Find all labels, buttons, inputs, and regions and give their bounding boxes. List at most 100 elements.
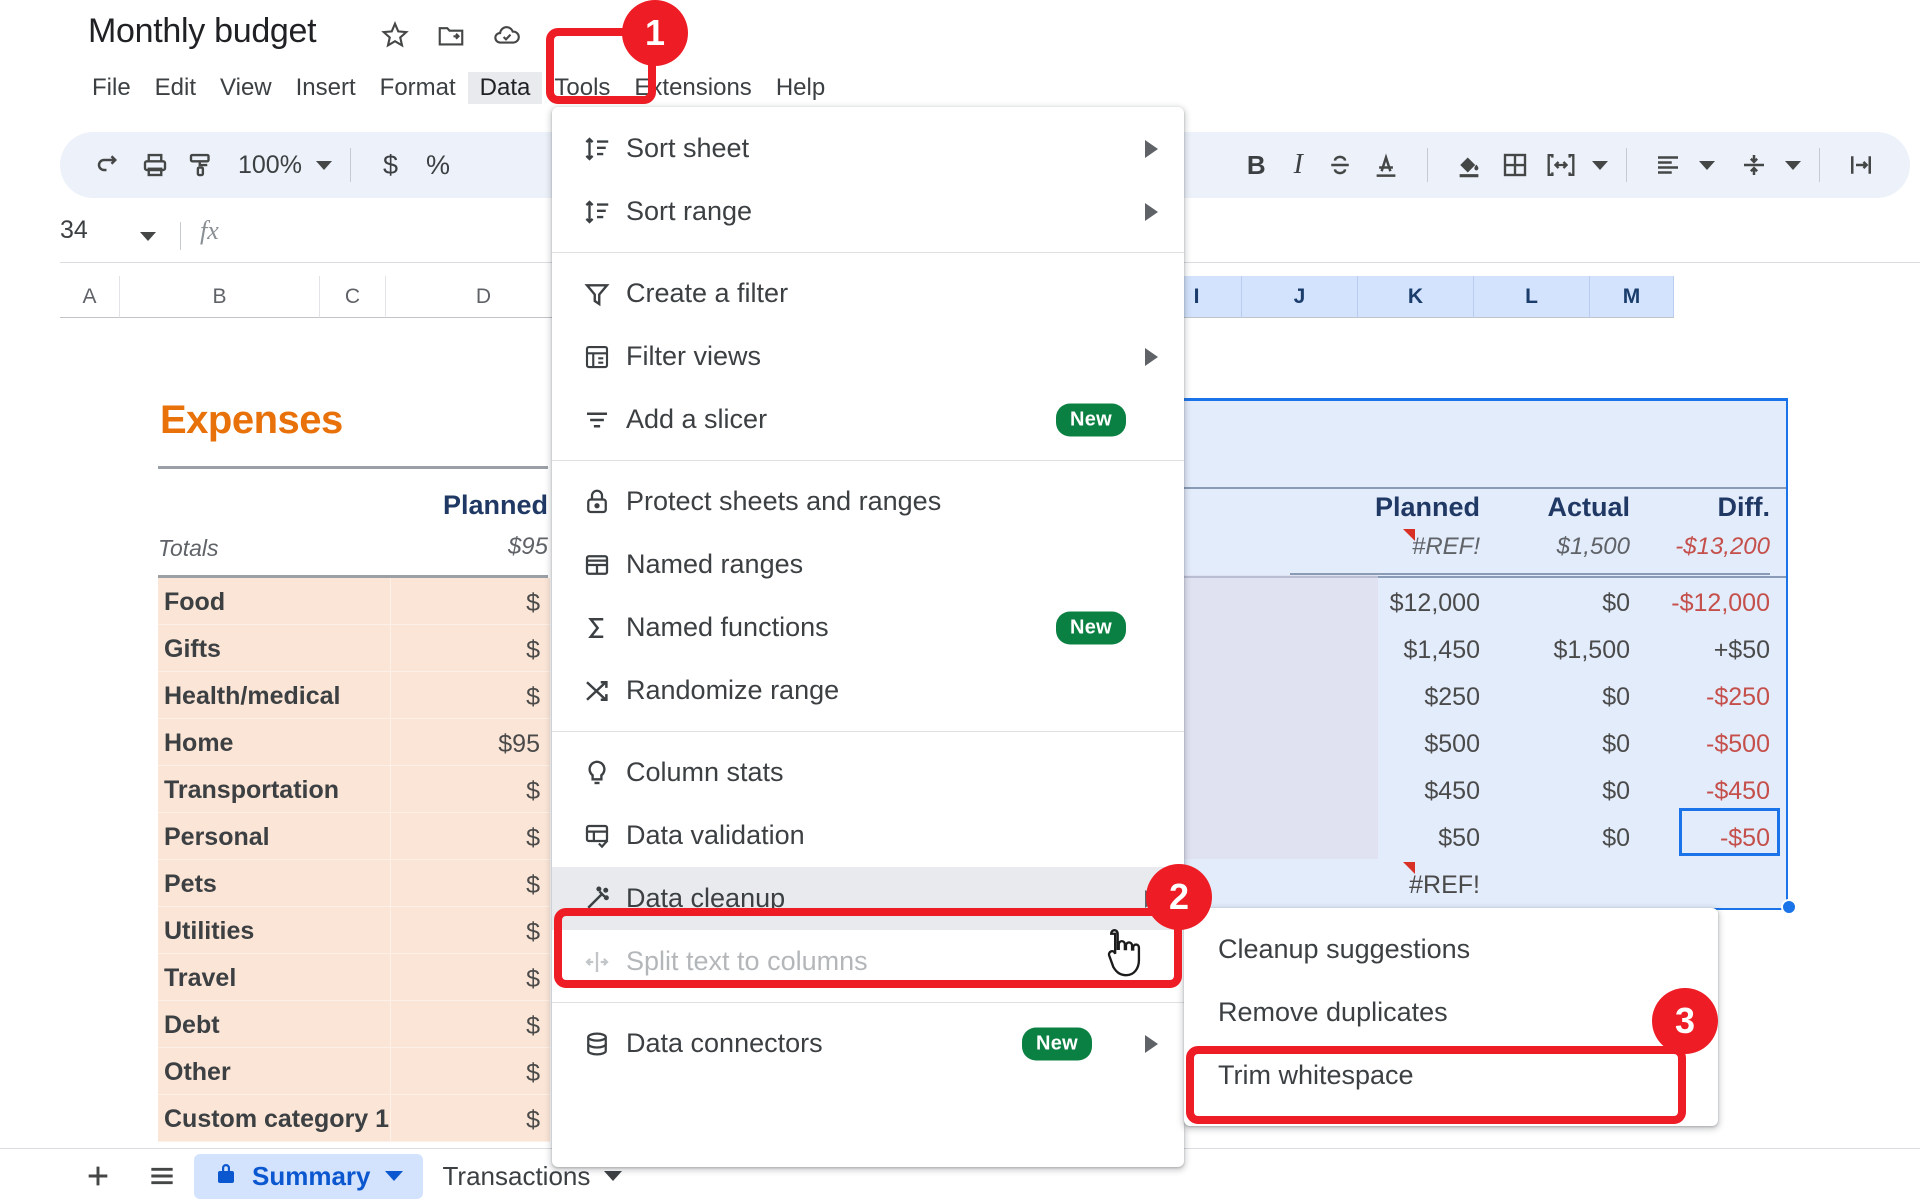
- sheet-tab-chevron-down-icon-2[interactable]: [604, 1171, 623, 1181]
- expense-planned-amount: $: [526, 683, 540, 711]
- menu-item-named-functions[interactable]: Named functions New: [552, 596, 1184, 659]
- table-row[interactable]: Personal $: [158, 813, 550, 860]
- menu-item-add-a-slicer[interactable]: Add a slicer New: [552, 388, 1184, 451]
- all-sheets-icon[interactable]: [130, 1152, 194, 1200]
- table-row[interactable]: Transportation $: [158, 766, 550, 813]
- menu-edit[interactable]: Edit: [143, 72, 208, 104]
- menu-item-named-ranges[interactable]: Named ranges: [552, 533, 1184, 596]
- menu-item-label: Create a filter: [626, 278, 789, 308]
- menu-extensions[interactable]: Extensions: [622, 72, 763, 104]
- cloud-saved-icon[interactable]: [492, 20, 522, 50]
- fill-handle[interactable]: [1781, 899, 1797, 915]
- table-row[interactable]: Other $: [158, 1048, 550, 1095]
- submenu-arrow-icon: [1145, 202, 1158, 221]
- table-row[interactable]: Food $: [158, 578, 550, 625]
- column-header-M[interactable]: M: [1590, 276, 1674, 318]
- menu-view[interactable]: View: [208, 72, 284, 104]
- expense-category-label: Home: [164, 729, 234, 757]
- column-header-A[interactable]: A: [60, 276, 120, 318]
- active-cell-outline[interactable]: [1679, 808, 1780, 856]
- menu-item-data-validation[interactable]: Data validation: [552, 804, 1184, 867]
- text-wrap-icon[interactable]: [1838, 142, 1884, 188]
- cell-planned: $1,450: [1403, 636, 1480, 664]
- table-row[interactable]: Home $95: [158, 719, 550, 766]
- menu-item-column-stats[interactable]: Column stats: [552, 741, 1184, 804]
- menu-item-data-cleanup[interactable]: Data cleanup: [552, 867, 1184, 930]
- redo-icon[interactable]: [86, 142, 132, 188]
- table-row-values[interactable]: $500 $0 -$500: [1152, 719, 1788, 766]
- new-badge: New: [1055, 611, 1126, 644]
- table-row[interactable]: Gifts $: [158, 625, 550, 672]
- expense-planned-amount: $: [526, 1059, 540, 1087]
- vertical-align-icon[interactable]: [1731, 142, 1777, 188]
- table-row[interactable]: Custom category 1 $: [158, 1095, 550, 1142]
- menu-data[interactable]: Data: [467, 72, 543, 104]
- table-row[interactable]: Pets $: [158, 860, 550, 907]
- sheet-tab-chevron-down-icon[interactable]: [384, 1171, 403, 1181]
- bold-button[interactable]: B: [1233, 150, 1280, 181]
- menu-item-sort-sheet[interactable]: Sort sheet: [552, 117, 1184, 180]
- menu-insert[interactable]: Insert: [284, 72, 368, 104]
- submenu-item-cleanup-suggestions[interactable]: Cleanup suggestions: [1184, 918, 1718, 981]
- paint-format-icon[interactable]: [178, 142, 224, 188]
- column-header-J[interactable]: J: [1242, 276, 1358, 318]
- right-header-planned: Planned: [1374, 492, 1480, 522]
- halign-chevron-down-icon[interactable]: [1699, 160, 1715, 170]
- menu-item-create-a-filter[interactable]: Create a filter: [552, 262, 1184, 325]
- column-header-K[interactable]: K: [1358, 276, 1474, 318]
- merge-cells-icon[interactable]: [1538, 142, 1584, 188]
- cell-divider: [390, 625, 391, 672]
- menu-item-sort-range[interactable]: Sort range: [552, 180, 1184, 243]
- menu-item-split-text-to-columns: Split text to columns: [552, 930, 1184, 993]
- named-ranges-icon: [582, 550, 626, 580]
- right-header-diff: Diff.: [1717, 492, 1770, 522]
- menu-item-protect-sheets-and-ranges[interactable]: Protect sheets and ranges: [552, 470, 1184, 533]
- document-title[interactable]: Monthly budget: [88, 12, 317, 51]
- sheet-tab-summary[interactable]: Summary: [194, 1153, 423, 1199]
- menu-help[interactable]: Help: [764, 72, 837, 104]
- horizontal-align-icon[interactable]: [1645, 142, 1691, 188]
- table-row[interactable]: Travel $: [158, 954, 550, 1001]
- menu-item-data-connectors[interactable]: Data connectors New: [552, 1012, 1184, 1075]
- strikethrough-icon[interactable]: [1317, 142, 1363, 188]
- cell-actual: $0: [1602, 589, 1630, 617]
- print-icon[interactable]: [132, 142, 178, 188]
- menu-format[interactable]: Format: [368, 72, 468, 104]
- column-header-C[interactable]: C: [320, 276, 386, 318]
- submenu-item-trim-whitespace[interactable]: Trim whitespace: [1184, 1044, 1718, 1107]
- submenu-item-remove-duplicates[interactable]: Remove duplicates: [1184, 981, 1718, 1044]
- italic-button[interactable]: I: [1280, 149, 1317, 181]
- table-row-values[interactable]: $1,450 $1,500 +$50: [1152, 625, 1788, 672]
- table-row-values[interactable]: #REF!: [1152, 860, 1788, 907]
- table-row[interactable]: Health/medical $: [158, 672, 550, 719]
- fill-color-icon[interactable]: [1446, 142, 1492, 188]
- expense-planned-amount: $: [526, 777, 540, 805]
- name-box[interactable]: 34: [60, 216, 88, 245]
- table-row-values[interactable]: $450 $0 -$450: [1152, 766, 1788, 813]
- column-header-L[interactable]: L: [1474, 276, 1590, 318]
- column-header-B[interactable]: B: [120, 276, 320, 318]
- move-to-folder-icon[interactable]: [436, 20, 466, 50]
- menu-tools[interactable]: Tools: [542, 72, 622, 104]
- menu-file[interactable]: File: [80, 72, 143, 104]
- currency-format-button[interactable]: $: [369, 150, 412, 181]
- merge-chevron-down-icon[interactable]: [1592, 160, 1608, 170]
- submenu-arrow-icon: [1145, 139, 1158, 158]
- data-validation-icon: [582, 821, 626, 851]
- name-box-chevron-down-icon[interactable]: [140, 232, 156, 241]
- menu-item-randomize-range[interactable]: Randomize range: [552, 659, 1184, 722]
- add-sheet-icon[interactable]: [66, 1152, 130, 1200]
- borders-icon[interactable]: [1492, 142, 1538, 188]
- menu-item-filter-views[interactable]: Filter views: [552, 325, 1184, 388]
- table-row[interactable]: Debt $: [158, 1001, 550, 1048]
- text-color-icon[interactable]: [1363, 142, 1409, 188]
- star-icon[interactable]: [380, 20, 410, 50]
- percent-format-button[interactable]: %: [412, 150, 464, 181]
- valign-chevron-down-icon[interactable]: [1785, 160, 1801, 170]
- table-row-values[interactable]: $12,000 $0 -$12,000: [1152, 578, 1788, 625]
- table-row[interactable]: Utilities $: [158, 907, 550, 954]
- cell-planned: #REF!: [1409, 871, 1480, 899]
- table-row-values[interactable]: $250 $0 -$250: [1152, 672, 1788, 719]
- menu-item-label: Filter views: [626, 341, 762, 371]
- zoom-control[interactable]: 100%: [238, 151, 332, 180]
